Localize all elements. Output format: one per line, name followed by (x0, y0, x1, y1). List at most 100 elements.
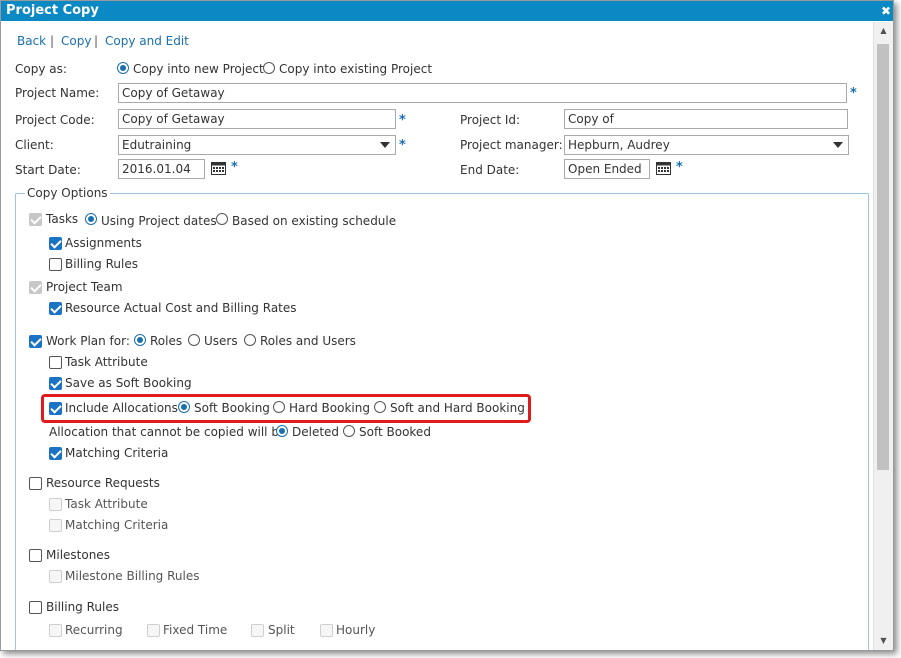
calendar-icon[interactable] (211, 161, 226, 175)
project-id-label: Project Id: (460, 113, 521, 127)
hourly-label: Hourly (336, 623, 376, 637)
nav-separator: | (94, 34, 99, 48)
fixed-time-checkbox[interactable] (147, 624, 160, 637)
matching-criteria-wp-checkbox[interactable] (49, 447, 62, 460)
project-copy-dialog: Project Copy ✖ Back | Copy | Copy and Ed… (0, 0, 894, 651)
soft-and-hard-booking-label: Soft and Hard Booking (390, 401, 525, 415)
copy-and-edit-link[interactable]: Copy and Edit (105, 34, 189, 48)
resource-requests-checkbox[interactable] (29, 477, 42, 490)
project-code-input[interactable]: Copy of Getaway (118, 109, 396, 129)
project-team-label: Project Team (46, 280, 123, 294)
project-manager-select-value: Hepburn, Audrey (568, 138, 670, 152)
task-attribute-wp-checkbox[interactable] (49, 356, 62, 369)
work-plan-label: Work Plan for: (46, 334, 130, 348)
project-team-checkbox[interactable] (29, 281, 42, 294)
project-id-input[interactable]: Copy of (564, 109, 848, 129)
work-plan-roles-users-label: Roles and Users (260, 334, 356, 348)
copy-into-new-radio[interactable] (117, 62, 129, 74)
tasks-label: Tasks (46, 212, 79, 226)
required-marker: * (399, 138, 406, 153)
assignments-label: Assignments (65, 236, 142, 250)
billing-rules-tasks-checkbox[interactable] (49, 258, 62, 271)
copy-link[interactable]: Copy (61, 34, 91, 48)
start-date-label: Start Date: (15, 163, 81, 177)
start-date-input[interactable]: 2016.01.04 (118, 159, 205, 179)
copy-into-existing-label: Copy into existing Project (279, 62, 433, 76)
work-plan-users-radio[interactable] (188, 334, 200, 346)
save-soft-booking-checkbox[interactable] (49, 377, 62, 390)
nav-separator: | (50, 34, 55, 48)
milestone-billing-rules-label: Milestone Billing Rules (65, 569, 200, 583)
resource-actual-cost-label: Resource Actual Cost and Billing Rates (65, 301, 297, 315)
scroll-up-icon[interactable]: ▲ (874, 24, 893, 38)
matching-criteria-wp-label: Matching Criteria (65, 446, 169, 460)
soft-booking-label: Soft Booking (194, 401, 270, 415)
project-manager-select[interactable]: Hepburn, Audrey (564, 135, 849, 155)
task-attribute-rr-label: Task Attribute (65, 497, 148, 511)
dialog-content: Back | Copy | Copy and Edit Copy as: Cop… (1, 22, 874, 650)
soft-and-hard-booking-radio[interactable] (374, 401, 386, 413)
assignments-checkbox[interactable] (49, 237, 62, 250)
scrollbar-thumb[interactable] (877, 44, 889, 470)
milestone-billing-rules-checkbox[interactable] (49, 570, 62, 583)
milestones-label: Milestones (46, 548, 110, 562)
hourly-checkbox[interactable] (320, 624, 333, 637)
project-manager-label: Project manager: (460, 138, 563, 152)
hard-booking-label: Hard Booking (289, 401, 370, 415)
required-marker: * (399, 113, 406, 128)
chevron-down-icon (380, 142, 390, 148)
back-link[interactable]: Back (17, 34, 46, 48)
project-name-label: Project Name: (15, 86, 100, 100)
using-project-dates-radio[interactable] (85, 213, 97, 225)
client-select[interactable]: Edutraining (118, 135, 396, 155)
include-allocations-checkbox[interactable] (49, 402, 62, 415)
task-attribute-wp-label: Task Attribute (65, 355, 148, 369)
work-plan-checkbox[interactable] (29, 335, 42, 348)
vertical-scrollbar[interactable]: ▲ ▼ (873, 22, 893, 650)
milestones-checkbox[interactable] (29, 549, 42, 562)
close-icon[interactable]: ✖ (879, 1, 893, 21)
split-checkbox[interactable] (251, 624, 264, 637)
work-plan-roles-users-radio[interactable] (244, 334, 256, 346)
fixed-time-label: Fixed Time (163, 623, 228, 637)
resource-actual-cost-checkbox[interactable] (49, 302, 62, 315)
copy-as-label: Copy as: (15, 62, 67, 76)
copy-into-existing-radio[interactable] (263, 62, 275, 74)
soft-booked-radio[interactable] (343, 425, 355, 437)
tasks-checkbox[interactable] (29, 213, 42, 226)
work-plan-roles-radio[interactable] (134, 334, 146, 346)
recurring-label: Recurring (65, 623, 123, 637)
deleted-radio[interactable] (276, 425, 288, 437)
scroll-down-icon[interactable]: ▼ (874, 634, 893, 648)
include-allocations-label: Include Allocations (65, 401, 178, 415)
soft-booking-radio[interactable] (178, 401, 190, 413)
work-plan-roles-label: Roles (150, 334, 183, 348)
based-on-schedule-radio[interactable] (216, 213, 228, 225)
matching-criteria-rr-checkbox[interactable] (49, 519, 62, 532)
allocation-note-label: Allocation that cannot be copied will be (49, 425, 287, 439)
based-on-schedule-label: Based on existing schedule (232, 214, 397, 228)
project-name-input[interactable]: Copy of Getaway (118, 83, 847, 103)
work-plan-users-label: Users (204, 334, 238, 348)
end-date-input[interactable]: Open Ended (564, 159, 650, 179)
resource-requests-label: Resource Requests (46, 476, 160, 490)
recurring-checkbox[interactable] (49, 624, 62, 637)
billing-rules-label: Billing Rules (46, 600, 119, 614)
calendar-icon[interactable] (656, 161, 671, 175)
deleted-label: Deleted (292, 425, 340, 439)
chevron-down-icon (833, 142, 843, 148)
task-attribute-rr-checkbox[interactable] (49, 498, 62, 511)
soft-booked-label: Soft Booked (359, 425, 431, 439)
hard-booking-radio[interactable] (273, 401, 285, 413)
copy-into-new-label: Copy into new Project (133, 62, 264, 76)
client-select-value: Edutraining (122, 138, 192, 152)
required-marker: * (231, 160, 238, 175)
dialog-title: Project Copy (6, 3, 99, 18)
copy-options-legend: Copy Options (25, 186, 110, 200)
client-label: Client: (15, 138, 54, 152)
split-label: Split (268, 623, 295, 637)
billing-rules-checkbox[interactable] (29, 601, 42, 614)
end-date-label: End Date: (460, 163, 520, 177)
billing-rules-tasks-label: Billing Rules (65, 257, 138, 271)
required-marker: * (850, 86, 857, 101)
